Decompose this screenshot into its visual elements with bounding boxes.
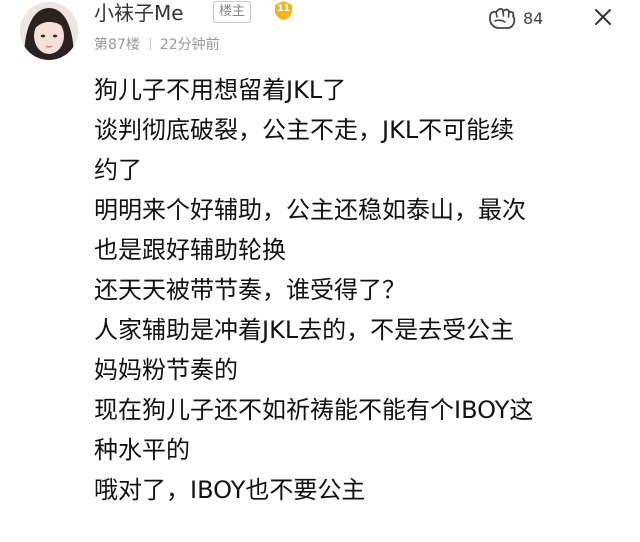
comment-line: 约了 [94, 156, 142, 184]
op-badge: 楼主 [213, 1, 252, 23]
close-icon[interactable] [594, 8, 612, 26]
comment-body: 狗儿子不用想留着JKL了 谈判彻底破裂，公主不走，JKL不可能续 约了 明明来个… [94, 70, 624, 510]
comment-line: 种水平的 [94, 436, 190, 464]
comment-line: 哦对了，IBOY也不要公主 [94, 476, 366, 504]
comment-line: 人家辅助是冲着JKL去的，不是去受公主 [94, 316, 515, 344]
username[interactable]: 小袜子Me [94, 0, 184, 26]
comment-line: 明明来个好辅助，公主还稳如泰山，最次 [94, 196, 526, 224]
meta-divider [149, 38, 151, 50]
post-time: 22分钟前 [159, 37, 220, 53]
post-meta: 第87楼 22分钟前 [94, 35, 220, 55]
like-fist-icon [489, 8, 516, 29]
comment-line: 妈妈粉节奏的 [94, 356, 238, 384]
comment-line: 也是跟好辅助轮换 [94, 236, 286, 264]
comment-line: 谈判彻底破裂，公主不走，JKL不可能续 [94, 116, 515, 144]
comment-line: 现在狗儿子还不如祈祷能不能有个IBOY这 [94, 396, 534, 424]
floor-number: 第87楼 [94, 37, 140, 53]
level-number: 11 [277, 4, 290, 14]
like-count: 84 [523, 9, 544, 28]
comment-post: 小袜子Me 楼主 11 第87楼 22分钟前 84 狗儿子不用想留着JKL了 谈判… [0, 0, 640, 542]
avatar-image [20, 2, 78, 60]
avatar[interactable] [20, 2, 78, 60]
comment-line: 狗儿子不用想留着JKL了 [94, 76, 347, 104]
comment-line: 还天天被带节奏，谁受得了？ [94, 276, 406, 304]
level-badge: 11 [273, 0, 294, 21]
